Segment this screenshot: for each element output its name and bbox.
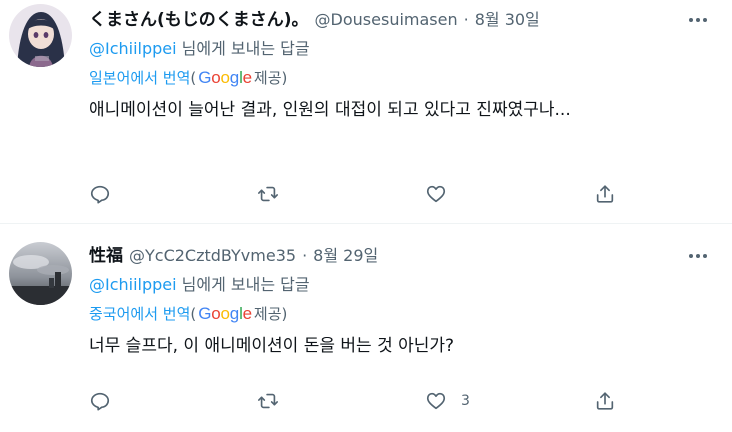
heart-icon <box>426 392 446 410</box>
retweet-button[interactable] <box>257 179 279 209</box>
translated-from-link[interactable]: 중국어에서 번역 <box>89 304 190 324</box>
separator-dot: · <box>302 246 308 265</box>
tweet-1[interactable]: くまさん(もじのくまさん)。 @Dousesuimasen · 8월 30일 @… <box>0 0 732 224</box>
reply-mention-link[interactable]: @Ichiilppei <box>89 39 177 58</box>
retweet-icon <box>258 186 278 202</box>
reply-bubble-icon <box>90 392 110 411</box>
reply-button[interactable] <box>89 179 111 209</box>
replying-to: @Ichiilppei 님에게 보내는 답글 <box>89 274 720 296</box>
reply-bubble-icon <box>90 185 110 204</box>
replying-to: @Ichiilppei 님에게 보내는 답글 <box>89 38 720 60</box>
author-name[interactable]: 性福 <box>89 244 123 268</box>
retweet-icon <box>258 393 278 409</box>
reply-button[interactable] <box>89 386 111 416</box>
provided-close: 제공) <box>253 305 288 323</box>
google-logo: Google <box>198 68 252 87</box>
author-handle[interactable]: @YcC2CztdBYvme35 <box>129 244 296 268</box>
author-handle[interactable]: @Dousesuimasen <box>315 8 458 32</box>
like-button[interactable] <box>425 179 461 209</box>
avatar[interactable] <box>9 242 72 305</box>
like-button[interactable]: 3 <box>425 386 470 416</box>
separator-dot: · <box>463 10 469 29</box>
tweet-text: 너무 슬프다, 이 애니메이션이 돈을 버는 것 아닌가? <box>89 336 455 356</box>
share-upload-icon <box>596 185 614 203</box>
provided-open: ( <box>190 69 197 87</box>
reply-suffix: 님에게 보내는 답글 <box>176 275 310 294</box>
share-upload-icon <box>596 392 614 410</box>
action-bar <box>89 179 629 209</box>
tweet-date[interactable]: 8월 29일 <box>313 244 378 268</box>
author-name[interactable]: くまさん(もじのくまさん)。 <box>89 8 309 32</box>
more-dots-icon[interactable] <box>684 246 712 266</box>
avatar[interactable] <box>9 4 72 67</box>
action-bar: 3 <box>89 386 629 416</box>
tweet-text: 애니메이션이 늘어난 결과, 인원의 대접이 되고 있다고 진짜였구나... <box>89 100 571 120</box>
translation-bar: 중국어에서 번역( Google 제공) <box>89 304 720 324</box>
share-button[interactable] <box>594 386 616 416</box>
tweet-2[interactable]: 性福 @YcC2CztdBYvme35 · 8월 29일 @Ichiilppei… <box>0 224 732 432</box>
reply-suffix: 님에게 보내는 답글 <box>176 39 310 58</box>
retweet-button[interactable] <box>257 386 279 416</box>
heart-icon <box>426 185 446 203</box>
google-logo: Google <box>198 304 252 323</box>
translated-from-link[interactable]: 일본어에서 번역 <box>89 68 190 88</box>
reply-mention-link[interactable]: @Ichiilppei <box>89 275 177 294</box>
share-button[interactable] <box>594 179 616 209</box>
tweet-date[interactable]: 8월 30일 <box>475 8 540 32</box>
more-dots-icon[interactable] <box>684 10 712 30</box>
provided-close: 제공) <box>253 69 288 87</box>
translation-bar: 일본어에서 번역( Google 제공) <box>89 68 720 88</box>
provided-open: ( <box>190 305 197 323</box>
like-count: 3 <box>461 393 470 409</box>
